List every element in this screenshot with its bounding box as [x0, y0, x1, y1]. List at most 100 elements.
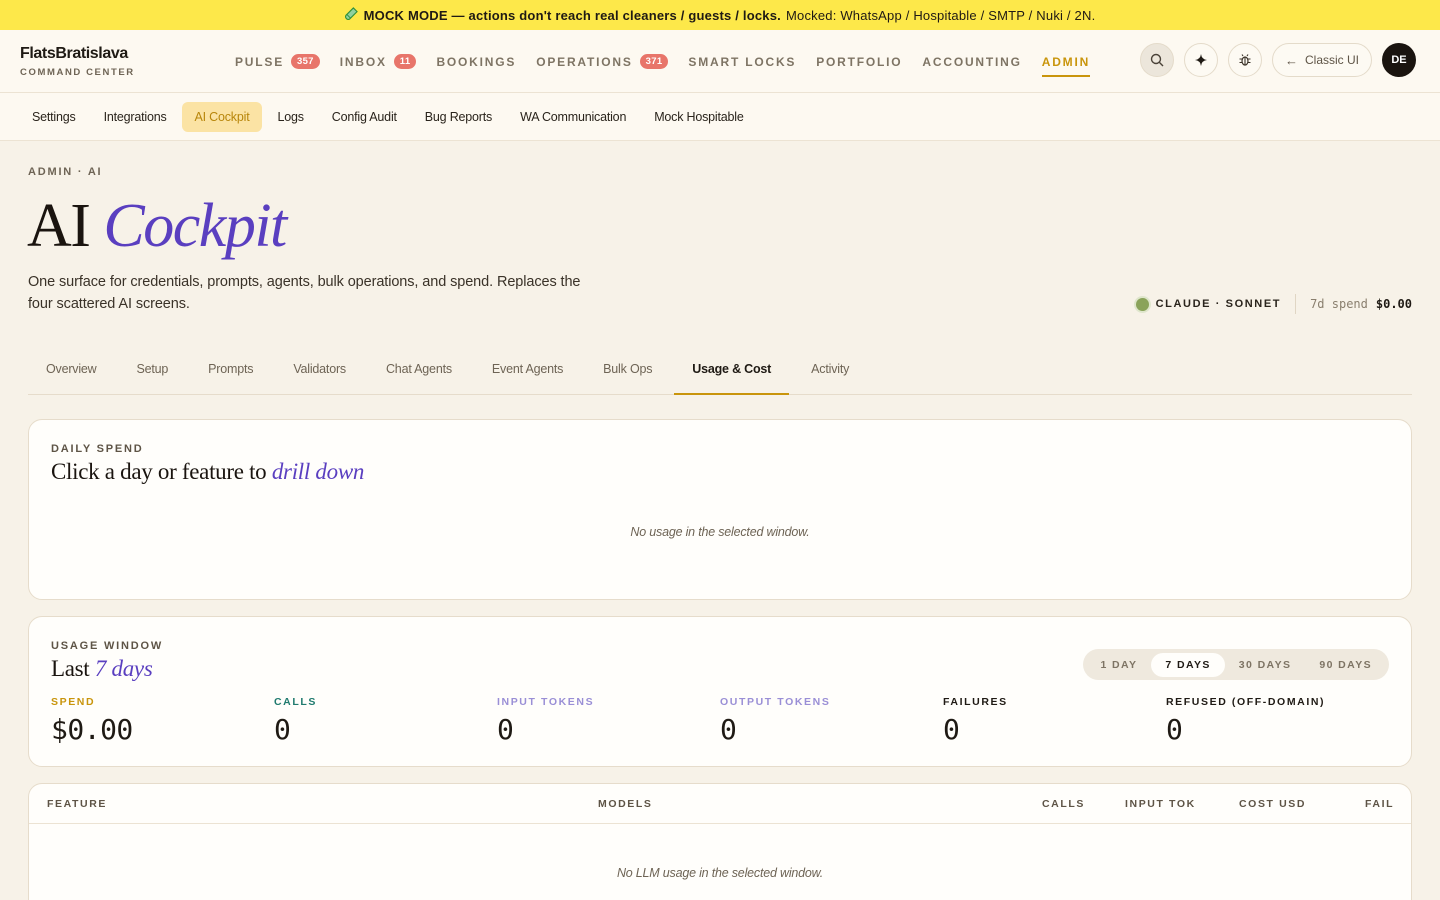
usage-window-title-emphasis: 7 days [94, 656, 153, 681]
usage-window-title-plain: Last [51, 656, 90, 681]
metric-value: 0 [274, 713, 291, 746]
subnav-config-audit[interactable]: Config Audit [319, 102, 410, 132]
tab-chat-agents[interactable]: Chat Agents [368, 347, 470, 395]
brand-name: FlatsBratislava [20, 45, 128, 62]
classic-ui-button[interactable]: ← Classic UI [1271, 43, 1372, 77]
metric-refused: REFUSED (OFF-DOMAIN) 0 [1166, 696, 1389, 746]
tab-bulk-ops[interactable]: Bulk Ops [585, 347, 670, 395]
top-bar: FlatsBratislava COMMAND CENTER PULSE 357 … [0, 30, 1440, 93]
tab-activity[interactable]: Activity [793, 347, 867, 395]
nav-item-operations[interactable]: OPERATIONS 371 [536, 30, 669, 93]
search-button[interactable] [1139, 43, 1174, 77]
model-status: CLAUDE · SONNET 7d spend $0.00 [1135, 293, 1412, 315]
spend-value: $0.00 [1375, 297, 1412, 311]
daily-spend-title: Click a day or feature to drill down [51, 459, 1389, 485]
table-header: FEATURE MODELS CALLS INPUT TOK COST USD … [29, 784, 1411, 824]
metric-output-tokens: OUTPUT TOKENS 0 [720, 696, 943, 746]
nav-item-accounting[interactable]: ACCOUNTING [922, 30, 1021, 93]
subnav-bug-reports[interactable]: Bug Reports [412, 102, 505, 132]
page-description: One surface for credentials, prompts, ag… [28, 274, 581, 312]
nav-item-bookings[interactable]: BOOKINGS [436, 30, 516, 93]
range-1-day[interactable]: 1 DAY [1086, 653, 1151, 677]
metric-label: CALLS [274, 696, 317, 708]
avatar[interactable]: DE [1382, 43, 1416, 77]
model-name: CLAUDE · SONNET [1155, 298, 1282, 310]
nav-item-inbox[interactable]: INBOX 11 [340, 30, 417, 93]
metric-label: OUTPUT TOKENS [720, 696, 831, 708]
tab-setup[interactable]: Setup [119, 347, 187, 395]
range-30-days[interactable]: 30 DAYS [1225, 653, 1306, 677]
classic-ui-label: Classic UI [1304, 53, 1359, 67]
tab-event-agents[interactable]: Event Agents [474, 347, 581, 395]
subnav-wa-communication[interactable]: WA Communication [507, 102, 639, 132]
daily-spend-title-emphasis: drill down [271, 459, 365, 484]
subnav-logs[interactable]: Logs [264, 102, 316, 132]
metric-calls: CALLS 0 [274, 696, 497, 746]
tab-overview[interactable]: Overview [28, 347, 115, 395]
nav-item-portfolio[interactable]: PORTFOLIO [816, 30, 902, 93]
nav-item-pulse[interactable]: PULSE 357 [235, 30, 320, 93]
page-title: AI Cockpit [27, 190, 287, 262]
nav-label: INBOX [339, 54, 387, 69]
column-header-input-tok[interactable]: INPUT TOK [1125, 798, 1196, 810]
nav-item-smart-locks[interactable]: SMART LOCKS [688, 30, 796, 93]
nav-label: ADMIN [1041, 54, 1091, 69]
column-header-cost-usd[interactable]: COST USD [1239, 798, 1306, 810]
mock-mode-headline: MOCK MODE — actions don't reach real cle… [363, 7, 781, 23]
range-selector: 1 DAY 7 DAYS 30 DAYS 90 DAYS [1083, 649, 1389, 680]
column-header-calls[interactable]: CALLS [1042, 798, 1085, 810]
arrow-left-icon: ← [1284, 52, 1298, 68]
feature-usage-table: FEATURE MODELS CALLS INPUT TOK COST USD … [28, 783, 1412, 900]
daily-spend-card: DAILY SPEND Click a day or feature to dr… [28, 419, 1412, 600]
breadcrumb: ADMIN · AI [28, 166, 103, 178]
table-empty-state: No LLM usage in the selected window. [616, 866, 824, 880]
metric-value: 0 [1166, 713, 1183, 746]
range-90-days[interactable]: 90 DAYS [1305, 653, 1386, 677]
subnav-settings[interactable]: Settings [19, 102, 89, 132]
column-header-feature[interactable]: FEATURE [47, 798, 107, 810]
nav-badge: 11 [393, 54, 417, 69]
tab-usage-cost[interactable]: Usage & Cost [674, 347, 790, 395]
cockpit-tabs: Overview Setup Prompts Validators Chat A… [28, 347, 1412, 395]
nav-label: PORTFOLIO [816, 54, 903, 69]
subnav-integrations[interactable]: Integrations [91, 102, 180, 132]
daily-spend-title-plain: Click a day or feature to [51, 459, 267, 484]
test-tube-icon [344, 7, 358, 23]
usage-metrics: SPEND $0.00 CALLS 0 INPUT TOKENS 0 OUTPU… [51, 696, 1389, 746]
metric-label: INPUT TOKENS [497, 696, 595, 708]
divider [1295, 294, 1297, 314]
metric-value: 0 [943, 713, 960, 746]
mock-mode-detail: Mocked: WhatsApp / Hospitable / SMTP / N… [785, 7, 1096, 23]
admin-subnav: Settings Integrations AI Cockpit Logs Co… [0, 93, 1440, 141]
page-title-emphasis: Cockpit [103, 192, 287, 260]
nav-label: ACCOUNTING [922, 54, 1022, 69]
column-header-fail[interactable]: FAIL [1365, 798, 1394, 810]
range-7-days[interactable]: 7 DAYS [1151, 652, 1225, 677]
nav-label: BOOKINGS [436, 54, 517, 69]
nav-badge: 357 [291, 54, 320, 69]
nav-item-admin[interactable]: ADMIN [1041, 30, 1091, 93]
metric-label: FAILURES [943, 696, 1008, 708]
tab-validators[interactable]: Validators [275, 347, 364, 395]
brand[interactable]: FlatsBratislava COMMAND CENTER [20, 45, 135, 78]
metric-spend: SPEND $0.00 [51, 696, 274, 746]
subnav-mock-hospitable[interactable]: Mock Hospitable [641, 102, 756, 132]
nav-label: SMART LOCKS [688, 54, 797, 69]
bug-report-button[interactable] [1227, 43, 1262, 77]
bug-icon [1239, 54, 1251, 66]
metric-value: 0 [497, 713, 514, 746]
metric-label: SPEND [51, 696, 96, 708]
page-title-plain: AI [27, 192, 91, 260]
daily-spend-empty-state: No usage in the selected window. [630, 525, 810, 539]
column-header-models[interactable]: MODELS [598, 798, 653, 810]
ai-assistant-button[interactable] [1183, 43, 1218, 77]
nav-label: PULSE [235, 54, 285, 69]
metric-value: 0 [720, 713, 737, 746]
subnav-ai-cockpit[interactable]: AI Cockpit [181, 101, 263, 132]
metric-failures: FAILURES 0 [943, 696, 1166, 746]
sparkle-icon [1194, 54, 1207, 66]
top-tools: ← Classic UI DE [1130, 43, 1416, 77]
tab-prompts[interactable]: Prompts [190, 347, 271, 395]
status-dot-icon [1135, 297, 1149, 311]
metric-label: REFUSED (OFF-DOMAIN) [1166, 696, 1326, 708]
